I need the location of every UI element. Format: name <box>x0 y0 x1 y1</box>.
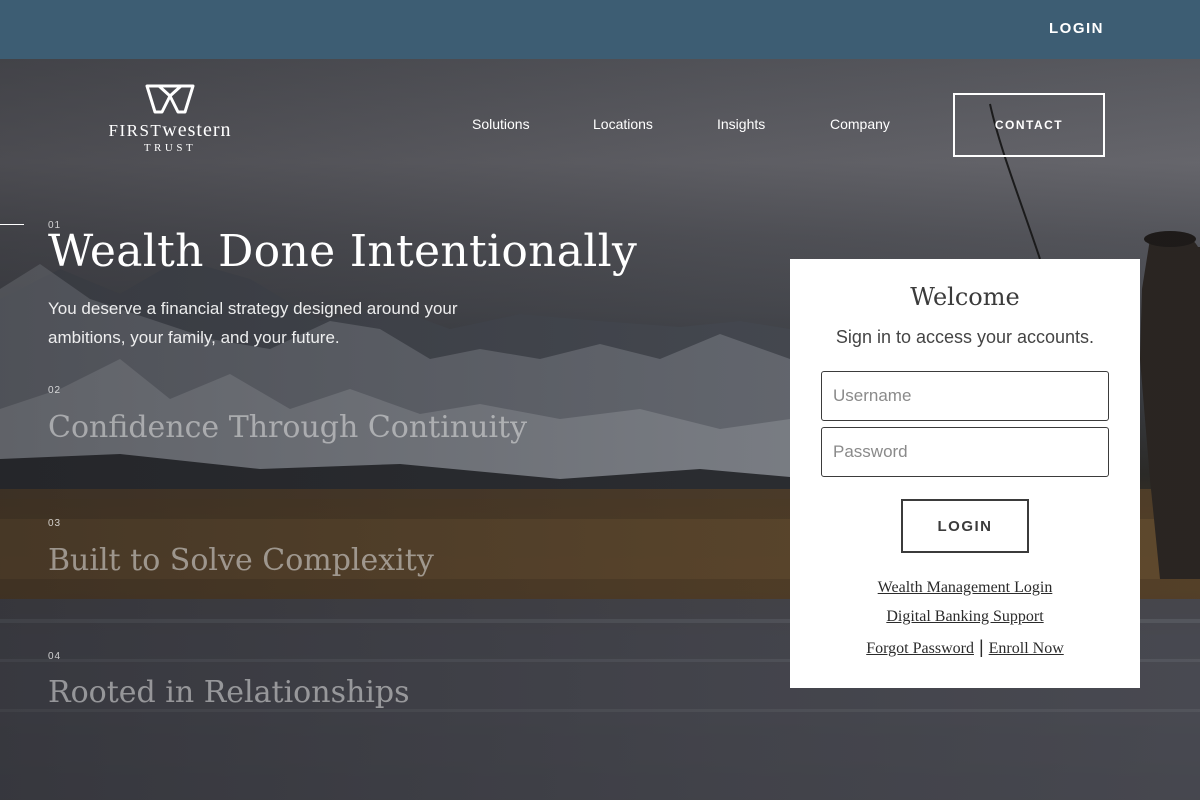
password-input[interactable] <box>821 427 1109 477</box>
slide-number-2: 02 <box>48 385 62 396</box>
slide-description: You deserve a financial strategy designe… <box>48 299 458 347</box>
logo-wordmark: FIRSTwestern <box>108 119 232 141</box>
login-card-title: Welcome <box>910 283 1020 311</box>
username-input[interactable] <box>821 371 1109 421</box>
active-slide-indicator <box>0 224 24 225</box>
top-utility-bar: LOGIN <box>0 0 1200 59</box>
top-login-link[interactable]: LOGIN <box>1049 20 1104 37</box>
nav-item-locations[interactable]: Locations <box>593 116 653 132</box>
digital-banking-support-link[interactable]: Digital Banking Support <box>886 608 1043 625</box>
enroll-now-link[interactable]: Enroll Now <box>989 640 1064 657</box>
slide-title-4[interactable]: Rooted in Relationships <box>48 675 409 710</box>
link-separator: | <box>978 637 984 657</box>
logo-mark-icon <box>145 84 195 114</box>
wealth-management-login-link[interactable]: Wealth Management Login <box>878 579 1053 596</box>
nav-item-company[interactable]: Company <box>830 116 890 132</box>
contact-button[interactable]: CONTACT <box>953 93 1105 157</box>
firstwestern-logo[interactable]: FIRSTwestern TRUST <box>96 84 244 154</box>
digital-banking-support-row: Digital Banking Support <box>790 608 1140 626</box>
login-card-subtitle: Sign in to access your accounts. <box>835 327 1095 347</box>
nav-item-insights[interactable]: Insights <box>717 116 765 132</box>
logo-subtitle: TRUST <box>143 142 197 154</box>
forgot-password-link[interactable]: Forgot Password <box>866 640 974 657</box>
slide-title-2[interactable]: Confidence Through Continuity <box>48 410 527 445</box>
nav-item-solutions[interactable]: Solutions <box>472 116 530 132</box>
login-card: Welcome Sign in to access your accounts.… <box>790 259 1140 688</box>
account-links-row: Forgot Password | Enroll Now <box>790 637 1140 658</box>
slide-number-3: 03 <box>48 518 62 529</box>
slide-title-3[interactable]: Built to Solve Complexity <box>48 543 434 578</box>
login-button[interactable]: LOGIN <box>901 499 1029 553</box>
slide-title-1[interactable]: Wealth Done Intentionally <box>48 226 637 277</box>
slide-number-4: 04 <box>48 651 62 662</box>
wealth-management-login-row: Wealth Management Login <box>790 579 1140 597</box>
